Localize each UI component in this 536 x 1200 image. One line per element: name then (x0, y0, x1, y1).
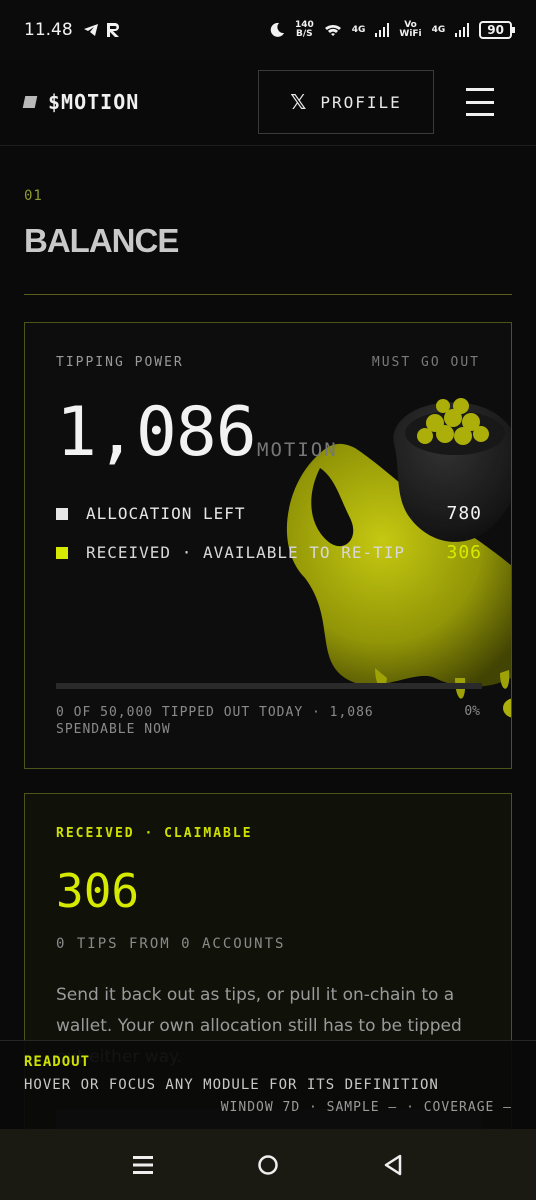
x-logo-icon: 𝕏 (290, 90, 309, 114)
readout-text: HOVER OR FOCUS ANY MODULE FOR ITS DEFINI… (24, 1077, 439, 1093)
profile-button-label: PROFILE (320, 92, 402, 112)
readout-meta: WINDOW 7D · SAMPLE — · COVERAGE — (220, 1100, 512, 1115)
status-time: 11.48 (24, 20, 73, 40)
allocation-left-label: ALLOCATION LEFT (86, 504, 246, 523)
tipping-power-label: TIPPING POWER (56, 355, 184, 370)
readout-panel: READOUT HOVER OR FOCUS ANY MODULE FOR IT… (0, 1040, 536, 1129)
tipping-power-amount: 1,086 (56, 393, 257, 472)
home-icon[interactable] (248, 1145, 288, 1185)
signal-icon-2 (455, 23, 470, 37)
system-nav-bar (0, 1129, 536, 1200)
received-retip-value: 306 (446, 542, 482, 563)
telegram-icon (83, 24, 98, 36)
received-claimable-label: RECEIVED · CLAIMABLE (56, 826, 253, 841)
must-go-out-tag: MUST GO OUT (371, 355, 480, 370)
hamburger-menu-icon[interactable] (466, 88, 494, 116)
battery-icon: 90 (479, 21, 515, 39)
allocation-left-value: 780 (446, 503, 482, 524)
received-claimable-amount: 306 (56, 864, 140, 918)
tipping-power-unit: MOTION (257, 439, 338, 461)
status-indicators: 140 B/S 4G Vo WiFi 4G 90 (269, 20, 515, 39)
daily-tip-summary: 0 OF 50,000 TIPPED OUT TODAY · 1,086 SPE… (56, 705, 374, 737)
network-1: 4G (351, 24, 366, 35)
r-app-icon (106, 23, 119, 37)
brand-name: $MOTION (48, 90, 140, 114)
back-icon[interactable] (373, 1145, 413, 1185)
section-number: 01 (24, 188, 43, 204)
x-profile-button[interactable]: 𝕏 PROFILE (258, 70, 434, 134)
received-retip-row: RECEIVED · AVAILABLE TO RE-TIP 306 (56, 542, 482, 563)
daily-tip-percent: 0% (464, 704, 480, 719)
wifi-icon (324, 24, 341, 36)
vowifi-indicator: Vo WiFi (399, 20, 422, 39)
readout-title: READOUT (24, 1054, 91, 1070)
network-2: 4G (431, 24, 446, 35)
page-title: BALANCE (24, 222, 179, 259)
received-retip-label: RECEIVED · AVAILABLE TO RE-TIP (86, 543, 405, 562)
tipping-power-card[interactable]: TIPPING POWER MUST GO OUT 1,086 MOTION A… (24, 322, 512, 769)
status-bar: 11.48 140 B/S 4G Vo WiFi 4G 90 (0, 0, 536, 60)
net-speed: 140 B/S (294, 20, 314, 39)
section-divider (24, 294, 512, 295)
brand-logo-icon (22, 96, 38, 108)
received-legend-square (56, 546, 68, 559)
tips-count: 0 TIPS FROM 0 ACCOUNTS (56, 936, 286, 952)
brand-link[interactable]: $MOTION (22, 90, 140, 114)
allocation-legend-square (56, 507, 68, 520)
signal-icon (375, 23, 390, 37)
recents-icon[interactable] (123, 1145, 163, 1185)
moon-icon (270, 22, 284, 37)
status-app-icons (83, 22, 121, 38)
allocation-left-row: ALLOCATION LEFT 780 (56, 503, 482, 524)
daily-tip-progress-bar (56, 683, 482, 689)
site-header: $MOTION 𝕏 PROFILE (0, 60, 536, 146)
